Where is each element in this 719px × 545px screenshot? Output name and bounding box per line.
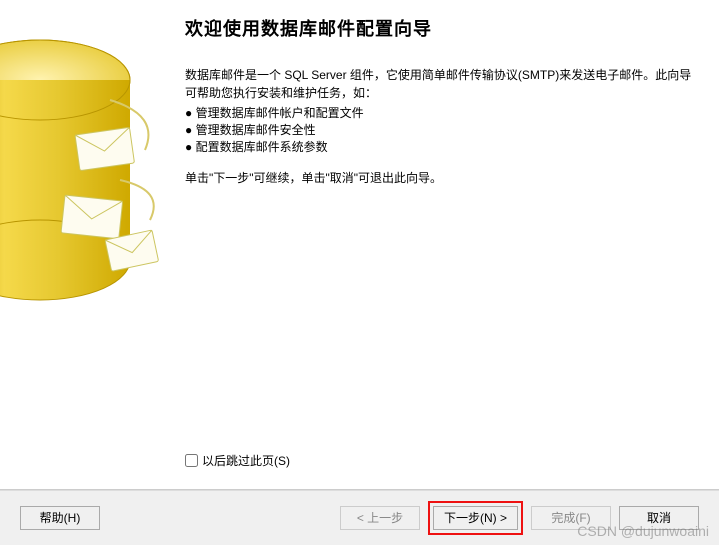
description: 数据库邮件是一个 SQL Server 组件，它使用简单邮件传输协议(SMTP)… [185,66,699,102]
task-item: 配置数据库邮件系统参数 [185,138,699,155]
next-highlight: 下一步(N) > [428,501,523,535]
page-title: 欢迎使用数据库邮件配置向导 [185,15,699,41]
database-mail-icon [0,20,170,340]
finish-button: 完成(F) [531,506,611,530]
cancel-button[interactable]: 取消 [619,506,699,530]
task-item: 管理数据库邮件帐户和配置文件 [185,104,699,121]
instruction-text: 单击"下一步"可继续，单击"取消"可退出此向导。 [185,169,699,186]
skip-checkbox[interactable] [185,454,198,467]
description-line: 数据库邮件是一个 SQL Server 组件，它使用简单邮件传输协议(SMTP)… [185,68,691,82]
button-bar: 帮助(H) < 上一步 下一步(N) > 完成(F) 取消 [0,490,719,545]
wizard-illustration-panel [0,0,170,489]
skip-label[interactable]: 以后跳过此页(S) [202,452,290,469]
wizard-content: 欢迎使用数据库邮件配置向导 数据库邮件是一个 SQL Server 组件，它使用… [170,0,719,489]
task-item: 管理数据库邮件安全性 [185,121,699,138]
description-line: 可帮助您执行安装和维护任务，如： [185,86,377,100]
task-list: 管理数据库邮件帐户和配置文件 管理数据库邮件安全性 配置数据库邮件系统参数 [185,104,699,155]
next-button[interactable]: 下一步(N) > [433,506,518,530]
help-button[interactable]: 帮助(H) [20,506,100,530]
back-button: < 上一步 [340,506,420,530]
